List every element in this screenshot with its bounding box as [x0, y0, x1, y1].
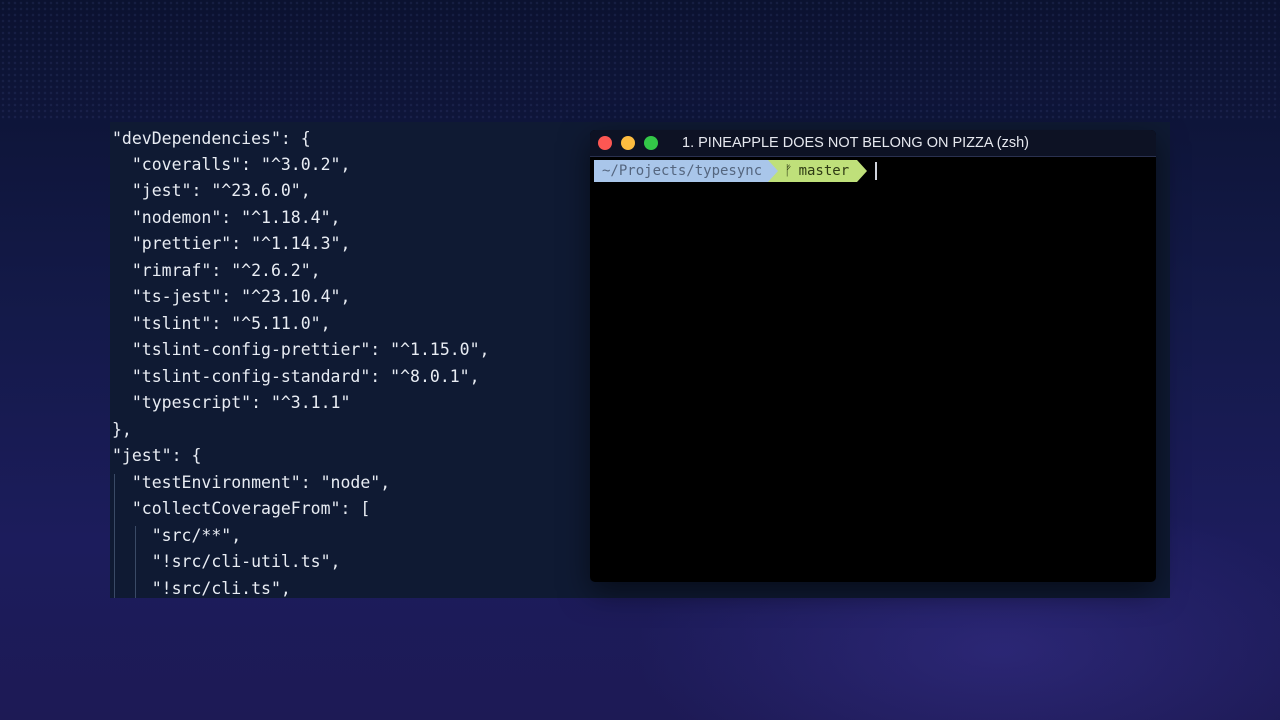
code-line: "prettier": "^1.14.3", [112, 234, 351, 253]
code-line: "jest": { [112, 446, 202, 465]
code-line: "testEnvironment": "node", [112, 473, 391, 492]
code-line: "jest": "^23.6.0", [112, 181, 311, 200]
code-line: "nodemon": "^1.18.4", [112, 208, 341, 227]
git-branch-icon: ᚠ [784, 163, 793, 179]
code-line: "src/**", [112, 526, 242, 545]
code-line: "ts-jest": "^23.10.4", [112, 287, 351, 306]
code-line: "!src/cli.ts", [112, 579, 291, 598]
code-line: "tslint": "^5.11.0", [112, 314, 331, 333]
code-line: "tslint-config-standard": "^8.0.1", [112, 367, 480, 386]
code-line: "devDependencies": { [112, 129, 311, 148]
prompt-path: ~/Projects/typesync [594, 160, 769, 182]
background-dot-pattern [0, 0, 1280, 120]
terminal-window[interactable]: 1. PINEAPPLE DOES NOT BELONG ON PIZZA (z… [590, 130, 1156, 582]
terminal-titlebar[interactable]: 1. PINEAPPLE DOES NOT BELONG ON PIZZA (z… [590, 130, 1156, 157]
code-line: "collectCoverageFrom": [ [112, 499, 371, 518]
maximize-window-button[interactable] [644, 136, 658, 150]
close-window-button[interactable] [598, 136, 612, 150]
minimize-window-button[interactable] [621, 136, 635, 150]
text-cursor [875, 162, 878, 180]
terminal-title: 1. PINEAPPLE DOES NOT BELONG ON PIZZA (z… [682, 135, 1030, 151]
code-line: "typescript": "^3.1.1" [112, 393, 351, 412]
powerline-separator [857, 160, 868, 182]
code-line: "!src/cli-util.ts", [112, 552, 341, 571]
code-line: "tslint-config-prettier": "^1.15.0", [112, 340, 490, 359]
shell-prompt[interactable]: ~/Projects/typesync ᚠ master [594, 160, 878, 182]
prompt-git-segment: ᚠ master [778, 160, 858, 182]
code-line: "coveralls": "^3.0.2", [112, 155, 351, 174]
powerline-separator [768, 160, 779, 182]
code-line: }, [112, 420, 132, 439]
prompt-branch: master [798, 163, 850, 179]
code-line: "rimraf": "^2.6.2", [112, 261, 321, 280]
